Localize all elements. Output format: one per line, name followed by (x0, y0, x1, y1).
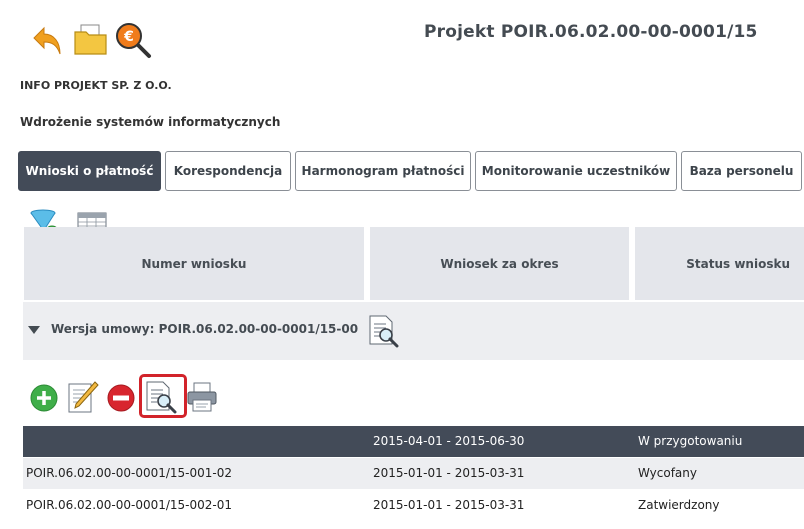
agreement-version-label: Wersja umowy: POIR.06.02.00-00-0001/15-0… (51, 322, 359, 336)
tab-harmonogram-platnosci[interactable]: Harmonogram płatności (295, 151, 471, 191)
euro-search-icon[interactable]: € (114, 21, 154, 59)
delete-icon[interactable] (106, 383, 136, 413)
column-header-status[interactable]: Status wniosku (635, 227, 804, 300)
tab-baza-personelu[interactable]: Baza personelu (681, 151, 802, 191)
collapse-caret-icon[interactable] (28, 326, 40, 334)
table-row[interactable]: 2015-04-01 - 2015-06-30 W przygotowaniu (23, 426, 804, 457)
column-header-numer[interactable]: Numer wniosku (24, 227, 364, 300)
project-title: Projekt POIR.06.02.00-00-0001/15 (424, 22, 758, 42)
folder-icon[interactable] (72, 22, 110, 58)
add-icon[interactable] (29, 383, 59, 413)
edit-icon[interactable] (67, 380, 99, 414)
print-icon[interactable] (186, 381, 218, 413)
row-period: 2015-01-01 - 2015-03-31 (373, 498, 525, 512)
tab-korespondencja[interactable]: Korespondencja (165, 151, 291, 191)
row-status: Zatwierdzony (638, 498, 720, 512)
back-arrow-icon[interactable] (30, 22, 66, 58)
column-header-okres[interactable]: Wniosek za okres (370, 227, 629, 300)
row-number: POIR.06.02.00-00-0001/15-002-01 (26, 498, 232, 512)
agreement-preview-icon[interactable] (368, 314, 400, 348)
project-name: Wdrożenie systemów informatycznych (20, 115, 281, 129)
row-period: 2015-04-01 - 2015-06-30 (373, 434, 525, 448)
table-row[interactable]: POIR.06.02.00-00-0001/15-001-02 2015-01-… (23, 458, 804, 489)
tab-wnioski-o-platnosc[interactable]: Wnioski o płatność (18, 151, 161, 191)
svg-text:€: € (123, 29, 134, 45)
row-status: Wycofany (638, 466, 697, 480)
row-number: POIR.06.02.00-00-0001/15-001-02 (26, 466, 232, 480)
company-name: INFO PROJEKT SP. Z O.O. (20, 79, 172, 92)
row-period: 2015-01-01 - 2015-03-31 (373, 466, 525, 480)
row-status: W przygotowaniu (638, 434, 743, 448)
table-row[interactable]: POIR.06.02.00-00-0001/15-002-01 2015-01-… (23, 490, 804, 521)
tab-monitorowanie-uczestnikow[interactable]: Monitorowanie uczestników (475, 151, 677, 191)
preview-icon[interactable] (145, 380, 179, 414)
